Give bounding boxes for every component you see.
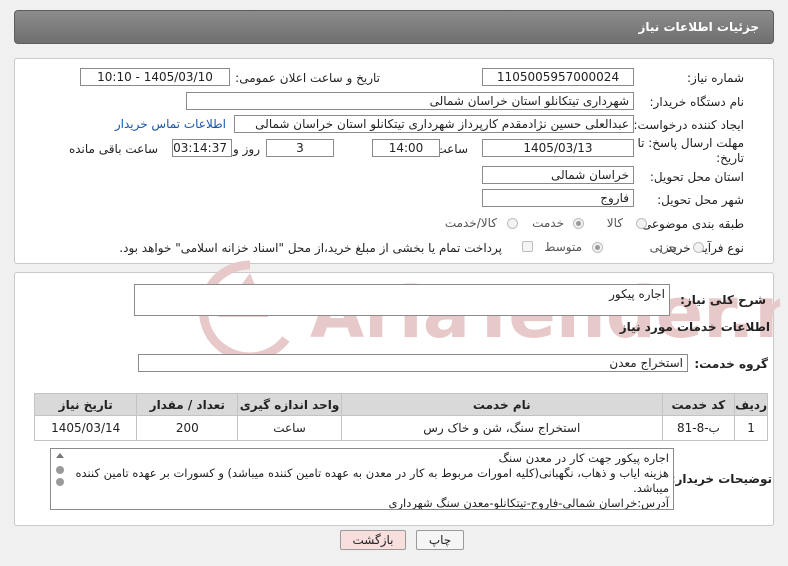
remaining-time-label: ساعت باقی مانده xyxy=(68,142,158,156)
purchase-option-minor: جزیی xyxy=(649,240,677,254)
purchase-option-medium: متوسط xyxy=(544,240,582,254)
days-label: روز و xyxy=(233,142,260,156)
service-group-field[interactable]: استخراج معدن xyxy=(138,354,688,372)
cell-unit: ساعت xyxy=(237,415,342,441)
buyer-notes-box[interactable]: اجاره پیکور جهت کار در معدن سنگ هزینه ای… xyxy=(50,448,674,510)
buyer-notes-line: اجاره پیکور جهت کار در معدن سنگ xyxy=(498,451,669,465)
need-number-field[interactable]: 1105005957000024 xyxy=(482,68,634,86)
province-label: استان محل تحویل: xyxy=(649,170,744,184)
col-service-code: کد خدمت xyxy=(661,393,736,416)
category-radio-service[interactable] xyxy=(573,218,584,229)
city-label: شهر محل تحویل: xyxy=(657,193,744,207)
category-option-goods-service: کالا/خدمت xyxy=(444,216,497,230)
col-row: ردیف xyxy=(734,393,768,416)
cell-row: 1 xyxy=(734,415,768,441)
deadline-date-field[interactable]: 1405/03/13 xyxy=(482,139,634,157)
need-summary-label: شرح کلی نیاز: xyxy=(680,293,766,307)
buyer-notes-scrollbar[interactable] xyxy=(51,449,69,509)
province-field[interactable]: خراسان شمالی xyxy=(482,166,634,184)
cell-need-date: 1405/03/14 xyxy=(33,415,138,441)
deadline-label-line2: تاریخ: xyxy=(716,151,744,165)
buyer-org-field[interactable]: شهرداری تیتکانلو استان خراسان شمالی xyxy=(186,92,634,110)
category-option-goods: کالا xyxy=(606,216,623,230)
page-header: جزئیات اطلاعات نیاز xyxy=(14,10,774,44)
buyer-notes-line: هزینه ایاب و ذهاب، نگهبانی(کلیه امورات م… xyxy=(75,466,669,495)
buyer-contact-link[interactable]: اطلاعات تماس خریدار xyxy=(115,117,226,131)
deadline-label-line1: مهلت ارسال پاسخ: تا xyxy=(637,136,744,150)
requester-label: ایجاد کننده درخواست: xyxy=(633,118,744,132)
deadline-time-label: ساعت xyxy=(435,142,468,156)
need-details-panel xyxy=(14,58,774,264)
treasury-payment-note: پرداخت تمام یا بخشی از مبلغ خرید،از محل … xyxy=(119,241,502,255)
category-radio-goods-service[interactable] xyxy=(507,218,518,229)
remaining-time-field[interactable]: 03:14:37 xyxy=(172,139,232,157)
need-number-label: شماره نیاز: xyxy=(687,71,744,85)
cell-service-code: ب-8-81 xyxy=(661,415,736,441)
announce-datetime-label: تاریخ و ساعت اعلان عمومی: xyxy=(235,71,380,85)
services-table-header: ردیف کد خدمت نام خدمت واحد اندازه گیری ت… xyxy=(33,393,768,416)
col-need-date: تاریخ نیاز xyxy=(33,393,138,416)
col-quantity: تعداد / مقدار xyxy=(136,393,239,416)
city-field[interactable]: فاروج xyxy=(482,189,634,207)
buyer-notes-label: توضیحات خریدار: xyxy=(670,472,772,486)
buyer-notes-line: آدرس:خراسان شمالی-فاروج-تیتکانلو-معدن سن… xyxy=(388,496,669,510)
requester-field[interactable]: عبدالعلی حسین نژادمقدم کارپرداز شهرداری … xyxy=(234,115,634,133)
purchase-radio-minor[interactable] xyxy=(693,242,704,253)
buyer-org-label: نام دستگاه خریدار: xyxy=(649,95,745,109)
treasury-payment-checkbox[interactable] xyxy=(522,241,533,252)
col-unit: واحد اندازه گیری xyxy=(237,393,342,416)
need-summary-field[interactable]: اجاره پیکور xyxy=(134,284,670,316)
services-table: ردیف کد خدمت نام خدمت واحد اندازه گیری ت… xyxy=(33,393,768,441)
col-service-name: نام خدمت xyxy=(340,393,663,416)
category-option-service: خدمت xyxy=(532,216,564,230)
cell-quantity: 200 xyxy=(136,415,239,441)
announce-datetime-field[interactable]: 1405/03/10 - 10:10 xyxy=(80,68,230,86)
buyer-notes-text: اجاره پیکور جهت کار در معدن سنگ هزینه ای… xyxy=(73,451,669,510)
category-label: طبقه بندی موضوعی: xyxy=(637,217,744,231)
back-button[interactable]: بازگشت xyxy=(340,530,406,550)
table-row[interactable]: 1 ب-8-81 استخراج سنگ، شن و خاک رس ساعت 2… xyxy=(33,415,768,441)
print-button[interactable]: چاپ xyxy=(416,530,464,550)
scroll-arrows-icon xyxy=(56,453,64,486)
deadline-time-field[interactable]: 14:00 xyxy=(372,139,440,157)
category-radio-goods[interactable] xyxy=(636,218,647,229)
cell-service-name: استخراج سنگ، شن و خاک رس xyxy=(340,415,663,441)
services-section-title: اطلاعات خدمات مورد نیاز xyxy=(619,320,770,334)
days-remaining-field[interactable]: 3 xyxy=(266,139,334,157)
service-group-label: گروه خدمت: xyxy=(694,357,768,371)
page-title: جزئیات اطلاعات نیاز xyxy=(638,20,759,34)
purchase-radio-medium[interactable] xyxy=(592,242,603,253)
